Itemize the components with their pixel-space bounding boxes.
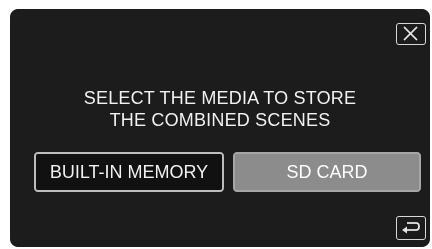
dialog-message: SELECT THE MEDIA TO STORE THE COMBINED S… — [10, 87, 430, 131]
close-icon — [403, 26, 418, 41]
close-button[interactable] — [396, 23, 426, 45]
sd-card-button[interactable]: SD CARD — [233, 152, 421, 192]
dialog-screen: SELECT THE MEDIA TO STORE THE COMBINED S… — [10, 9, 430, 247]
message-line-1: SELECT THE MEDIA TO STORE — [83, 88, 357, 108]
message-line-2: THE COMBINED SCENES — [109, 110, 331, 130]
built-in-memory-button[interactable]: BUILT-IN MEMORY — [34, 152, 224, 192]
back-icon — [402, 222, 420, 234]
back-button[interactable] — [396, 216, 426, 240]
